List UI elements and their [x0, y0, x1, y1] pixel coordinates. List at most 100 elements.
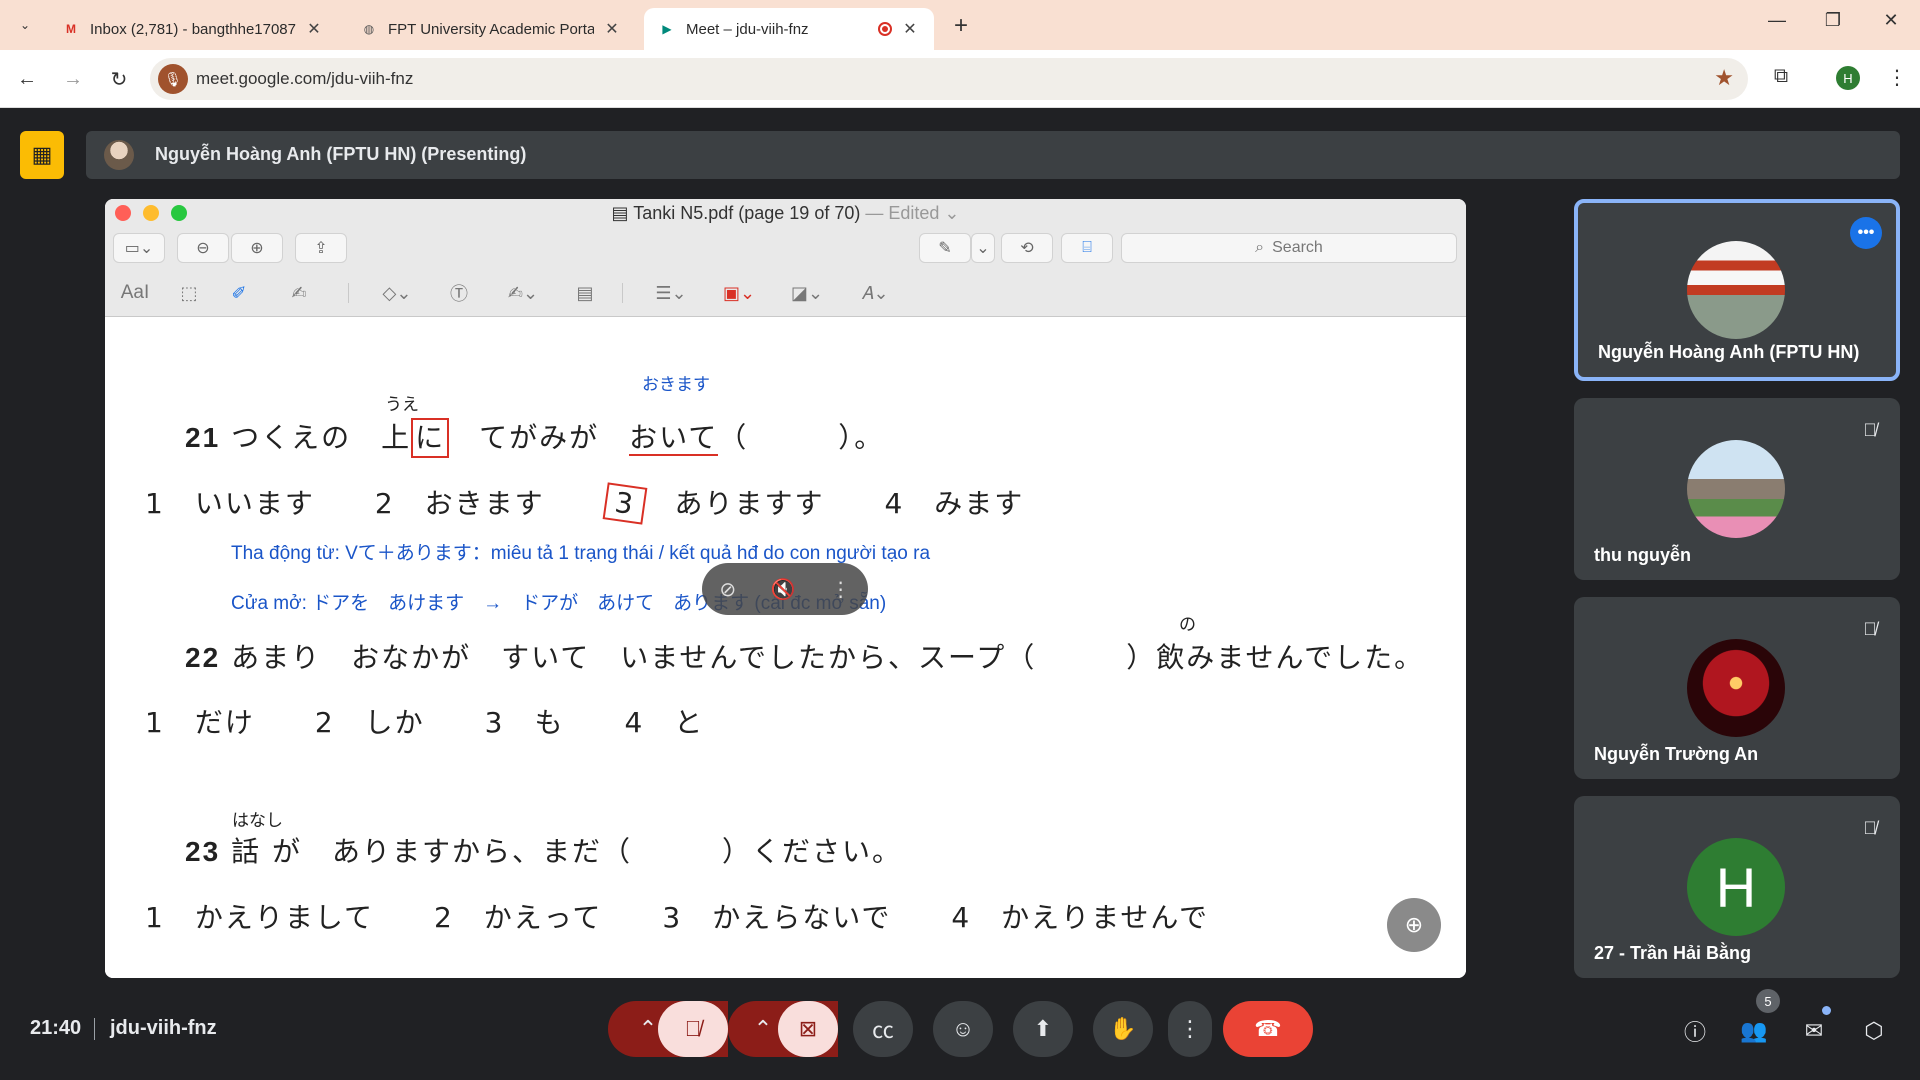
tab-gmail[interactable]: M Inbox (2,781) - bangthhe17087 ✕ — [48, 8, 338, 50]
address-bar[interactable]: 🎙 meet.google.com/jdu-viih-fnz ★ — [150, 58, 1748, 100]
chevron-up-icon: ⌃ — [638, 1016, 658, 1041]
share-icon: ⇪ — [295, 233, 347, 263]
toolbox-icon: ⌸ — [1061, 233, 1113, 263]
tab-close-icon[interactable]: ✕ — [304, 19, 324, 39]
participant-name: Nguyễn Trường An — [1594, 744, 1759, 764]
close-window-icon[interactable]: ✕ — [1871, 10, 1911, 31]
mic-off-icon: 🎙̸ — [684, 1016, 702, 1041]
reactions-button[interactable]: ☺ — [933, 1001, 993, 1057]
camera-toggle-button[interactable]: ⊠ — [778, 1001, 838, 1057]
participant-tile[interactable]: 🎙̸ Nguyễn Trường An — [1574, 597, 1900, 779]
microphone-in-use-icon[interactable]: 🎙 — [158, 64, 188, 94]
underlined-verb: おいて — [629, 421, 719, 456]
participant-name: Nguyễn Hoàng Anh (FPTU HN) — [1598, 342, 1860, 362]
mute-speaker-icon[interactable]: 🔇 — [771, 577, 796, 602]
pdf-page: おきます うえ 21 つくえの 上に てがみが おいて（ ）。 1 いいます 2… — [105, 318, 1466, 978]
stop-presenting-icon[interactable]: ▦ — [20, 131, 64, 179]
restore-icon[interactable]: ❐ — [1813, 10, 1853, 31]
gmail-icon: M — [66, 22, 76, 36]
tab-search-chevron-icon[interactable]: ⌄ — [12, 12, 38, 38]
participant-name: 27 - Trần Hải Bằng — [1594, 943, 1752, 963]
signature-icon: ✍⌄ — [507, 282, 539, 303]
url-text: meet.google.com/jdu-viih-fnz — [196, 69, 414, 88]
selected-answer: 3 — [602, 482, 647, 525]
tab-title: FPT University Academic Portal — [388, 20, 594, 38]
participant-tile[interactable]: H 🎙̸ 27 - Trần Hải Bằng — [1574, 796, 1900, 978]
zoom-in-icon: ⊕ — [231, 233, 283, 263]
text-style-icon: 𝐴⌄ — [861, 282, 889, 303]
meeting-code: jdu-viih-fnz — [110, 1017, 217, 1039]
presenter-name: Nguyễn Hoàng Anh (FPTU HN) (Presenting) — [155, 144, 527, 164]
mic-muted-icon: 🎙̸ — [1863, 419, 1877, 440]
mic-muted-icon: 🎙̸ — [1863, 618, 1877, 639]
search-placeholder: Search — [1272, 239, 1323, 256]
tab-fpt-portal[interactable]: ◍ FPT University Academic Portal ✕ — [346, 8, 636, 50]
tab-meet[interactable]: ▶ Meet – jdu-viih-fnz ✕ — [644, 8, 934, 50]
question-23: 23 話 が ありますから、まだ（ ）ください。 — [185, 835, 902, 868]
more-vert-icon: ⋮ — [1179, 1016, 1201, 1041]
more-options-icon[interactable]: ⋮ — [831, 577, 851, 602]
people-icon[interactable]: 👥 — [1737, 1014, 1771, 1048]
extensions-icon[interactable]: ⧉ — [1767, 65, 1795, 88]
reload-icon[interactable]: ↻ — [104, 64, 134, 94]
zoom-out-icon: ⊖ — [177, 233, 229, 263]
hang-up-icon: ☎ — [1254, 1016, 1282, 1041]
draw-icon: ✍ — [291, 282, 307, 303]
bookmark-star-icon[interactable]: ★ — [1714, 65, 1734, 91]
torii-gate-avatar — [1687, 241, 1785, 339]
search-icon: ⌕ — [1255, 239, 1265, 256]
hand-icon: ✋ — [1109, 1016, 1137, 1041]
iron-man-avatar — [1687, 639, 1785, 737]
border-color-icon: ▣⌄ — [722, 282, 756, 303]
back-icon[interactable]: ← — [12, 64, 42, 94]
recording-indicator-icon — [878, 22, 892, 36]
captions-button[interactable]: ㏄ — [853, 1001, 913, 1057]
meeting-info-icon[interactable]: ⓘ — [1678, 1014, 1712, 1048]
present-screen-button[interactable]: ⬆ — [1013, 1001, 1073, 1057]
pin-off-icon[interactable]: ⊘ — [719, 577, 736, 602]
question-number: 22 — [185, 642, 221, 673]
tab-close-icon[interactable]: ✕ — [900, 19, 920, 39]
tab-title: Meet – jdu-viih-fnz — [686, 20, 809, 38]
markup-pen-icon: ✎ — [919, 233, 971, 263]
leave-call-button[interactable]: ☎ — [1223, 1001, 1313, 1057]
participant-tile[interactable]: 🎙̸ thu nguyễn — [1574, 398, 1900, 580]
raise-hand-button[interactable]: ✋ — [1093, 1001, 1153, 1057]
mic-muted-icon: 🎙̸ — [1863, 817, 1877, 838]
furigana: うえ — [385, 395, 419, 415]
furigana: の — [1179, 615, 1196, 635]
minimize-icon[interactable]: — — [1757, 10, 1797, 31]
boxed-particle: に — [411, 418, 450, 458]
new-tab-button[interactable]: + — [948, 12, 974, 40]
toolbar-separator — [348, 283, 349, 303]
browser-menu-icon[interactable]: ⋮ — [1883, 65, 1911, 90]
microphone-toggle-button[interactable]: 🎙̸ — [658, 1001, 728, 1057]
tab-title: Inbox (2,781) - bangthhe17087 — [90, 20, 296, 38]
profile-avatar[interactable]: H — [1836, 66, 1860, 90]
camera-off-icon: ⊠ — [798, 1016, 818, 1041]
chat-icon[interactable]: ✉ — [1797, 1014, 1831, 1048]
question-22: 22 あまり おなかが すいて いませんでしたから、スープ（ ）飲みませんでした… — [185, 641, 1425, 674]
unread-indicator — [1822, 1006, 1831, 1015]
zoom-in-fab-icon[interactable]: ⊕ — [1387, 898, 1441, 952]
rect-selection-icon: ⬚ — [180, 282, 198, 303]
more-options-icon[interactable]: ••• — [1850, 217, 1882, 249]
question-21-options: 1 いいます 2 おきます 3 ありますす 4 みます — [145, 482, 1024, 525]
preview-titlebar: ▤ Tanki N5.pdf (page 19 of 70) — Edited … — [105, 199, 1466, 317]
text-selection-tool: AaI — [120, 282, 150, 303]
question-23-options: 1 かえりまして 2 かえって 3 かえらないで 4 かえりませんで — [145, 901, 1209, 934]
shared-screen-preview-window: ▤ Tanki N5.pdf (page 19 of 70) — Edited … — [105, 199, 1466, 978]
browser-tab-strip: ⌄ M Inbox (2,781) - bangthhe17087 ✕ ◍ FP… — [0, 0, 1920, 50]
floating-presenter-controls[interactable]: ⊘ 🔇 ⋮ — [702, 563, 868, 615]
furigana: はなし — [232, 811, 283, 831]
presenter-bar: Nguyễn Hoàng Anh (FPTU HN) (Presenting) — [86, 131, 1900, 179]
forward-icon[interactable]: → — [58, 64, 88, 94]
emoji-icon: ☺ — [951, 1016, 975, 1041]
tab-close-icon[interactable]: ✕ — [602, 19, 622, 39]
chevron-up-icon: ⌃ — [753, 1016, 773, 1041]
more-options-button[interactable]: ⋮ — [1168, 1001, 1212, 1057]
activities-icon[interactable]: ⬡ — [1857, 1014, 1891, 1048]
divider — [94, 1018, 95, 1040]
participant-tile[interactable]: ••• Nguyễn Hoàng Anh (FPTU HN) — [1574, 199, 1900, 381]
sidebar-toggle-icon: ▭⌄ — [113, 233, 165, 263]
